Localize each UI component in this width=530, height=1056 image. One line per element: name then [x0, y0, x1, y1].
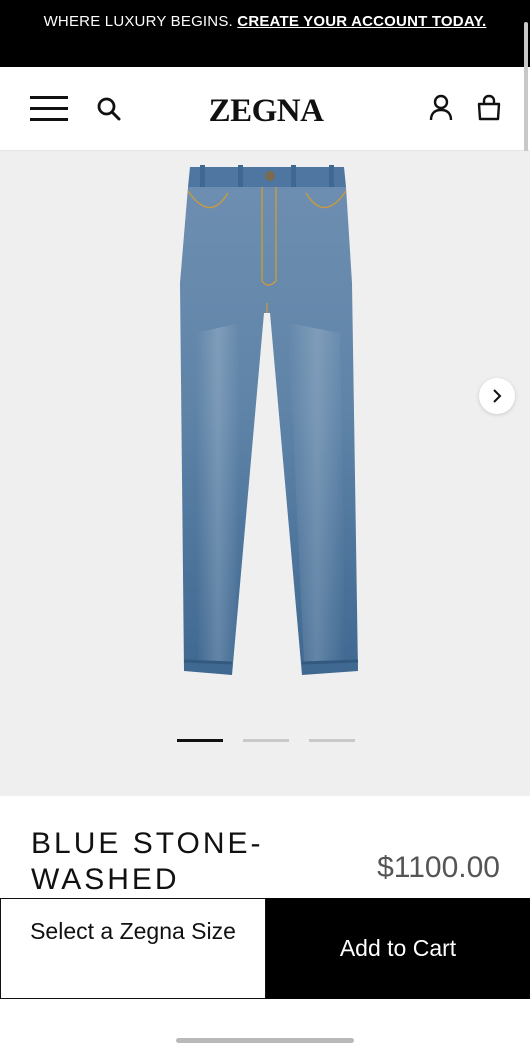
gallery-pagination: [0, 739, 530, 743]
account-icon[interactable]: [429, 94, 453, 122]
page-scrollbar[interactable]: [524, 22, 528, 162]
promo-text: WHERE LUXURY BEGINS.: [43, 13, 233, 30]
site-header: ZEGNA: [0, 67, 530, 151]
bag-icon[interactable]: [477, 94, 501, 122]
search-icon[interactable]: [96, 96, 122, 122]
gallery-dot-3[interactable]: [309, 739, 355, 742]
product-page: WHERE LUXURY BEGINS. CREATE YOUR ACCOUNT…: [0, 0, 530, 1056]
add-to-cart-button[interactable]: Add to Cart: [266, 898, 530, 999]
product-image-jeans: [180, 165, 359, 675]
product-price: $1100.00: [377, 851, 500, 884]
promo-banner: WHERE LUXURY BEGINS. CREATE YOUR ACCOUNT…: [0, 0, 530, 67]
product-image-gallery[interactable]: [0, 151, 530, 796]
menu-icon[interactable]: [30, 96, 68, 122]
create-account-link[interactable]: CREATE YOUR ACCOUNT TODAY.: [237, 13, 486, 30]
chevron-right-icon: [493, 389, 502, 403]
zegna-logo[interactable]: ZEGNA: [205, 91, 327, 131]
select-size-button[interactable]: Select a Zegna Size: [0, 898, 266, 999]
product-title: BLUE STONE-WASHED: [31, 827, 264, 896]
purchase-bar: Select a Zegna Size Add to Cart: [0, 898, 530, 999]
next-image-button[interactable]: [479, 378, 515, 414]
gallery-dot-2[interactable]: [243, 739, 289, 742]
home-indicator[interactable]: [176, 1038, 354, 1043]
gallery-dot-1[interactable]: [177, 739, 223, 742]
product-info: BLUE STONE-WASHED $1100.00: [0, 796, 530, 900]
